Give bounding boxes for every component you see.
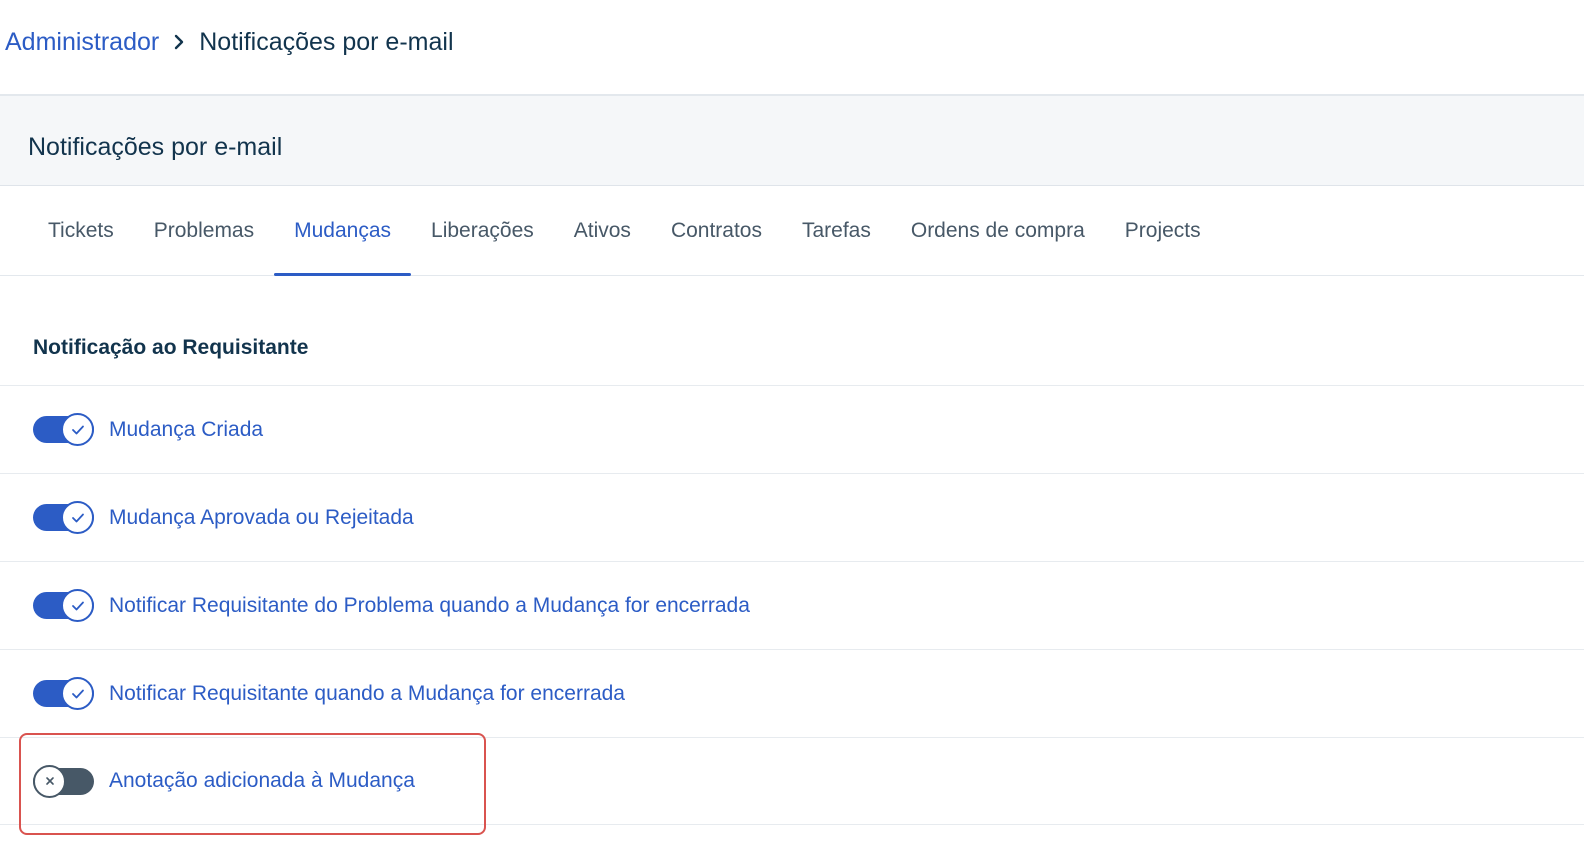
- tab-projects[interactable]: Projects: [1105, 186, 1221, 275]
- notification-label[interactable]: Mudança Aprovada ou Rejeitada: [109, 506, 414, 530]
- breadcrumb: Administrador Notificações por e-mail: [5, 22, 454, 62]
- notification-row: Mudança Aprovada ou Rejeitada: [0, 473, 1584, 561]
- chevron-right-icon: [173, 34, 185, 50]
- check-icon: [61, 589, 94, 622]
- notification-toggle[interactable]: [33, 413, 94, 446]
- notification-label[interactable]: Notificar Requisitante quando a Mudança …: [109, 682, 625, 706]
- breadcrumb-link-administrador[interactable]: Administrador: [5, 28, 159, 57]
- tab-ativos[interactable]: Ativos: [554, 186, 651, 275]
- spacer: [0, 96, 1584, 110]
- check-icon: [61, 677, 94, 710]
- section-title: Notificação ao Requisitante: [33, 336, 309, 359]
- notification-label[interactable]: Mudança Criada: [109, 418, 263, 442]
- check-icon: [61, 501, 94, 534]
- check-icon: [61, 413, 94, 446]
- tab-tickets[interactable]: Tickets: [28, 186, 134, 275]
- notification-toggle[interactable]: [33, 501, 94, 534]
- tab-mudancas[interactable]: Mudanças: [274, 186, 411, 276]
- tab-liberacoes[interactable]: Liberações: [411, 186, 554, 275]
- tab-tarefas[interactable]: Tarefas: [782, 186, 891, 275]
- notification-label[interactable]: Anotação adicionada à Mudança: [109, 769, 415, 793]
- notification-row: Notificar Requisitante quando a Mudança …: [0, 649, 1584, 737]
- close-icon: [33, 764, 66, 798]
- notification-list: Mudança Criada Mudança Aprovada ou Rejei…: [0, 385, 1584, 825]
- notification-row: Anotação adicionada à Mudança: [0, 737, 1584, 825]
- notification-label[interactable]: Notificar Requisitante do Problema quand…: [109, 594, 750, 618]
- notification-row: Notificar Requisitante do Problema quand…: [0, 561, 1584, 649]
- notification-toggle[interactable]: [33, 764, 94, 798]
- page: Administrador Notificações por e-mail No…: [0, 0, 1584, 845]
- notification-toggle[interactable]: [33, 589, 94, 622]
- breadcrumb-current: Notificações por e-mail: [199, 27, 454, 56]
- page-title: Notificações por e-mail: [0, 110, 1584, 186]
- tab-problemas[interactable]: Problemas: [134, 186, 274, 275]
- notification-toggle[interactable]: [33, 677, 94, 710]
- tab-ordens-de-compra[interactable]: Ordens de compra: [891, 186, 1105, 275]
- notification-row: Mudança Criada: [0, 385, 1584, 473]
- tab-contratos[interactable]: Contratos: [651, 186, 782, 275]
- tab-bar: Tickets Problemas Mudanças Liberações At…: [0, 186, 1584, 276]
